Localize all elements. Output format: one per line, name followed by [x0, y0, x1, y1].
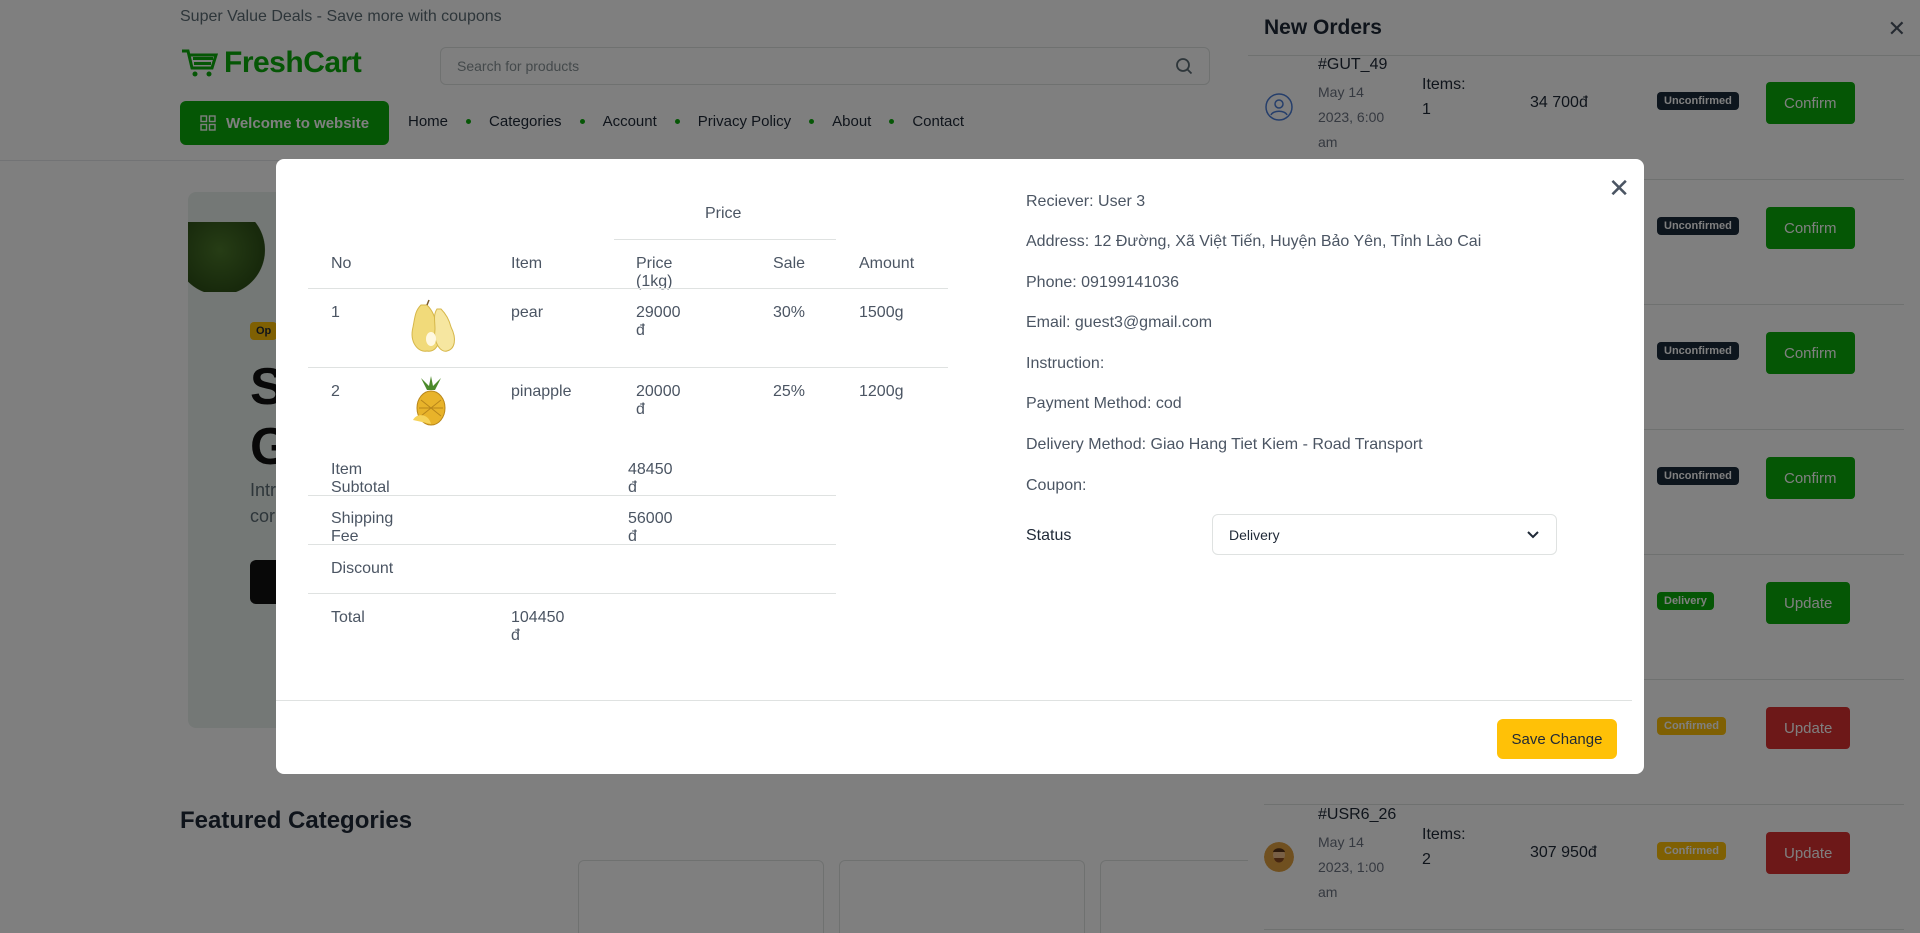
header-no: No [331, 255, 352, 272]
instruction-info: Instruction: [1026, 355, 1105, 372]
total-value: 104450 đ [511, 609, 565, 644]
pear-icon [411, 299, 455, 352]
status-label: Status [1026, 527, 1072, 544]
row-amount: 1200g [859, 383, 904, 400]
chevron-down-icon [1527, 530, 1539, 538]
divider [308, 593, 836, 594]
divider [308, 367, 948, 368]
header-amount: Amount [859, 255, 915, 272]
price-group-header: Price [705, 205, 742, 222]
divider [276, 700, 1632, 701]
header-sale: Sale [773, 255, 806, 272]
phone-info: Phone: 09199141036 [1026, 274, 1180, 291]
pineapple-icon [413, 376, 446, 426]
divider [614, 239, 836, 240]
payment-method-info: Payment Method: cod [1026, 395, 1182, 412]
divider [308, 288, 948, 289]
save-change-button[interactable]: Save Change [1497, 719, 1617, 759]
total-label: Total [331, 609, 365, 626]
coupon-info: Coupon: [1026, 477, 1087, 494]
order-detail-modal: ✕ Price No Item Price (1kg) Sale Amount … [276, 159, 1644, 774]
status-select[interactable]: Delivery [1212, 514, 1557, 555]
delivery-method-info: Delivery Method: Giao Hang Tiet Kiem - R… [1026, 436, 1423, 453]
shipping-fee-label: Shipping Fee [331, 510, 394, 545]
shipping-fee-value: 56000 đ [628, 510, 673, 545]
row-no: 1 [331, 304, 340, 321]
row-sale: 30% [773, 304, 806, 321]
subtotal-value: 48450 đ [628, 461, 673, 496]
status-selected-value: Delivery [1229, 526, 1280, 543]
discount-label: Discount [331, 560, 394, 577]
row-amount: 1500g [859, 304, 904, 321]
subtotal-label: Item Subtotal [331, 461, 390, 496]
divider [308, 495, 836, 496]
receiver-info: Reciever: User 3 [1026, 193, 1146, 210]
row-sale: 25% [773, 383, 806, 400]
row-price: 20000 đ [636, 383, 681, 418]
row-no: 2 [331, 383, 340, 400]
email-info: Email: guest3@gmail.com [1026, 314, 1213, 331]
address-info: Address: 12 Đường, Xã Việt Tiến, Huyện B… [1026, 233, 1482, 250]
row-price: 29000 đ [636, 304, 681, 339]
close-icon[interactable]: ✕ [1608, 175, 1630, 201]
header-price: Price (1kg) [636, 255, 673, 290]
divider [308, 544, 836, 545]
header-item: Item [511, 255, 543, 272]
row-item-name: pinapple [511, 383, 572, 400]
row-item-name: pear [511, 304, 544, 321]
